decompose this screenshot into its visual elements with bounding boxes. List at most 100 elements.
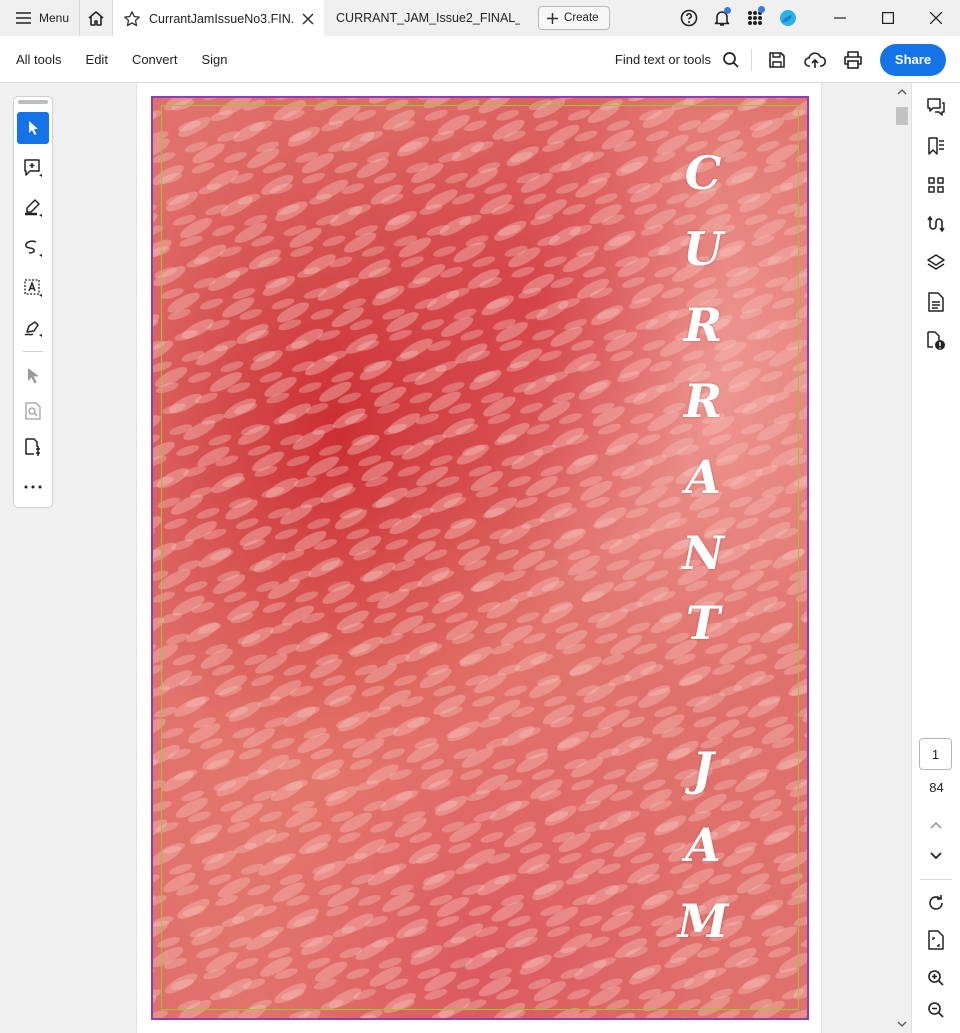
zoom-out-button[interactable] [920, 994, 952, 1026]
home-button[interactable] [79, 0, 114, 36]
search-icon[interactable] [717, 41, 745, 79]
fit-page-icon [927, 930, 945, 950]
avatar [779, 9, 797, 27]
zoom-out-icon [927, 1001, 945, 1019]
right-panel-rail: 1 84 [911, 83, 960, 1033]
cover-title: C U R R A N T J A M [673, 150, 733, 950]
rail-divider [920, 879, 952, 880]
create-label: Create [564, 12, 599, 24]
title-bar: Menu CurrantJamIssueNo3.FIN... CURRANT_J… [0, 0, 960, 36]
create-button[interactable]: Create [538, 6, 610, 30]
close-window-button[interactable] [912, 0, 960, 36]
zoom-marquee-icon [25, 402, 41, 420]
document-properties-icon [927, 292, 945, 312]
zoom-in-button[interactable] [920, 962, 952, 994]
notification-dot [724, 7, 731, 14]
print-icon[interactable] [834, 41, 872, 79]
next-page-button[interactable] [920, 840, 952, 872]
menu-sign[interactable]: Sign [201, 52, 227, 67]
bookmarks-button[interactable] [920, 130, 952, 162]
help-button[interactable] [672, 0, 705, 36]
add-comment-icon [23, 158, 43, 178]
layers-icon [926, 253, 946, 273]
select-tool[interactable] [17, 112, 49, 144]
document-properties-button[interactable] [920, 286, 952, 318]
cover-letter: A [685, 450, 721, 504]
select-arrow-icon [26, 120, 40, 136]
draw-freeform-icon [23, 238, 43, 258]
highlight-icon [23, 198, 43, 218]
toolbar-actions: Find text or tools Share [615, 36, 946, 83]
minimize-button[interactable] [816, 0, 864, 36]
scroll-up-icon[interactable] [897, 89, 907, 95]
accessibility-button[interactable] [920, 325, 952, 357]
cover-letter: T [685, 596, 721, 650]
star-icon[interactable] [123, 10, 141, 28]
vertical-scrollbar[interactable] [894, 83, 910, 1033]
thumbnails-button[interactable] [920, 169, 952, 201]
plus-icon [547, 12, 559, 24]
menu-all-tools[interactable]: All tools [16, 52, 62, 67]
hamburger-icon [16, 12, 31, 24]
add-comment-tool[interactable] [17, 152, 49, 184]
scroll-down-icon[interactable] [897, 1021, 907, 1027]
current-page-input[interactable]: 1 [919, 738, 952, 770]
cover-letter: M [677, 894, 729, 948]
close-tab-icon[interactable] [302, 13, 314, 25]
profile-button[interactable] [771, 0, 804, 36]
tab-current-document[interactable]: CurrantJamIssueNo3.FIN... [113, 0, 325, 36]
total-pages: 84 [929, 780, 944, 795]
find-text-or-tools[interactable]: Find text or tools [615, 52, 711, 67]
apps-button[interactable] [738, 0, 771, 36]
title-bar-actions [672, 0, 960, 36]
cover-letter: A [685, 818, 721, 872]
main-toolbar: All tools Edit Convert Sign Find text or… [0, 36, 960, 83]
scrollbar-thumb[interactable] [896, 107, 908, 125]
document-viewport[interactable]: C U R R A N T J A M [136, 83, 822, 1033]
cover-letter: R [683, 374, 723, 428]
rail-drag-handle[interactable] [18, 100, 48, 104]
notifications-button[interactable] [705, 0, 738, 36]
menu-edit[interactable]: Edit [86, 52, 108, 67]
minimize-icon [834, 17, 846, 19]
highlight-tool[interactable] [17, 192, 49, 224]
rotate-button[interactable] [920, 887, 952, 919]
zoom-in-icon [927, 969, 945, 987]
menu-convert[interactable]: Convert [132, 52, 178, 67]
tab-title: CURRANT_JAM_Issue2_FINAL_... [336, 11, 521, 25]
tab-other-document[interactable]: CURRANT_JAM_Issue2_FINAL_... [324, 0, 532, 36]
chevron-up-icon [930, 821, 942, 829]
chevron-down-icon [930, 852, 942, 860]
close-icon [930, 12, 942, 24]
edit-pdf-icon [23, 437, 43, 457]
menu-label: Menu [39, 11, 70, 25]
maximize-icon [882, 12, 894, 24]
zoom-marquee-tool[interactable] [17, 395, 49, 427]
fit-page-button[interactable] [920, 924, 952, 956]
apps-dot [758, 6, 765, 13]
comments-button[interactable] [920, 91, 952, 123]
pdf-page: C U R R A N T J A M [151, 96, 809, 1020]
share-button[interactable]: Share [880, 43, 946, 76]
quick-tools-rail [13, 96, 53, 508]
layers-button[interactable] [920, 247, 952, 279]
save-icon[interactable] [758, 41, 796, 79]
pointer-tool[interactable] [17, 360, 49, 392]
menu-button[interactable]: Menu [0, 0, 79, 36]
accessibility-icon [926, 331, 946, 351]
home-icon [87, 10, 105, 27]
text-select-tool[interactable] [17, 272, 49, 304]
edit-pdf-tool[interactable] [17, 431, 49, 463]
upload-cloud-icon[interactable] [796, 41, 834, 79]
previous-page-button[interactable] [920, 809, 952, 841]
cover-letter: J [692, 742, 714, 796]
tab-title: CurrantJamIssueNo3.FIN... [149, 12, 295, 26]
sign-tool[interactable] [17, 312, 49, 344]
maximize-button[interactable] [864, 0, 912, 36]
more-tools-button[interactable] [17, 471, 49, 503]
rotate-icon [927, 894, 945, 912]
cover-letter: R [683, 298, 723, 352]
cover-letter: U [682, 222, 724, 276]
draw-tool[interactable] [17, 232, 49, 264]
compare-button[interactable] [920, 208, 952, 240]
